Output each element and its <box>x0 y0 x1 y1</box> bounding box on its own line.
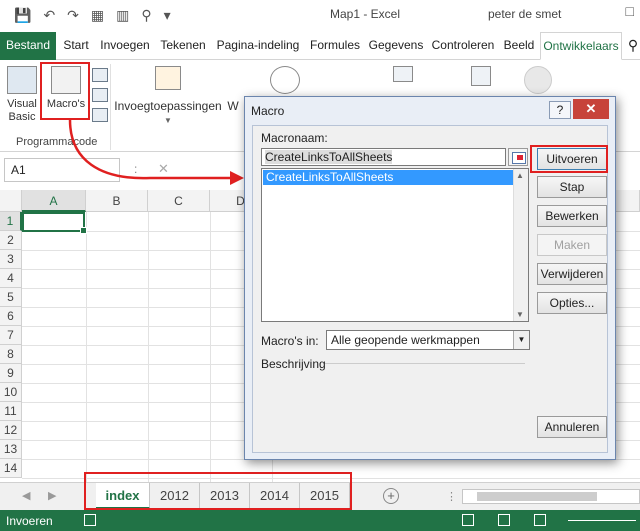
collapse-dialog-icon[interactable] <box>508 148 528 166</box>
macros-in-select[interactable]: Alle geopende werkmappen ▼ <box>326 330 530 350</box>
list-item[interactable]: CreateLinksToAllSheets <box>263 170 514 185</box>
annotation-arrow-line <box>68 119 232 180</box>
highlight-run-button <box>530 145 608 173</box>
annotation-arrow-head <box>230 171 244 185</box>
macroname-value: CreateLinksToAllSheets <box>265 150 393 164</box>
description-label: Beschrijving <box>261 357 326 371</box>
dialog-title: Macro <box>251 104 285 118</box>
close-button[interactable]: ✕ <box>573 99 609 119</box>
options-button[interactable]: Opties... <box>537 292 607 314</box>
edit-button[interactable]: Bewerken <box>537 205 607 227</box>
macros-in-label: Macro's in: <box>261 334 319 348</box>
description-separator <box>325 363 525 364</box>
scroll-down-icon[interactable]: ▼ <box>516 310 524 319</box>
list-scrollbar[interactable]: ▲ ▼ <box>513 169 528 321</box>
scroll-up-icon[interactable]: ▲ <box>516 171 524 180</box>
delete-button[interactable]: Verwijderen <box>537 263 607 285</box>
macroname-input[interactable]: CreateLinksToAllSheets <box>261 148 506 166</box>
cancel-button[interactable]: Annuleren <box>537 416 607 438</box>
create-button[interactable]: Maken <box>537 234 607 256</box>
macroname-label: Macronaam: <box>261 131 328 145</box>
chevron-down-icon[interactable]: ▼ <box>513 331 529 349</box>
dialog-body: Macronaam: CreateLinksToAllSheets Create… <box>252 125 608 453</box>
macro-list[interactable]: CreateLinksToAllSheets ▲ ▼ <box>261 168 529 322</box>
macros-in-value: Alle geopende werkmappen <box>331 333 480 347</box>
step-button[interactable]: Stap <box>537 176 607 198</box>
help-button[interactable]: ? <box>549 101 571 119</box>
